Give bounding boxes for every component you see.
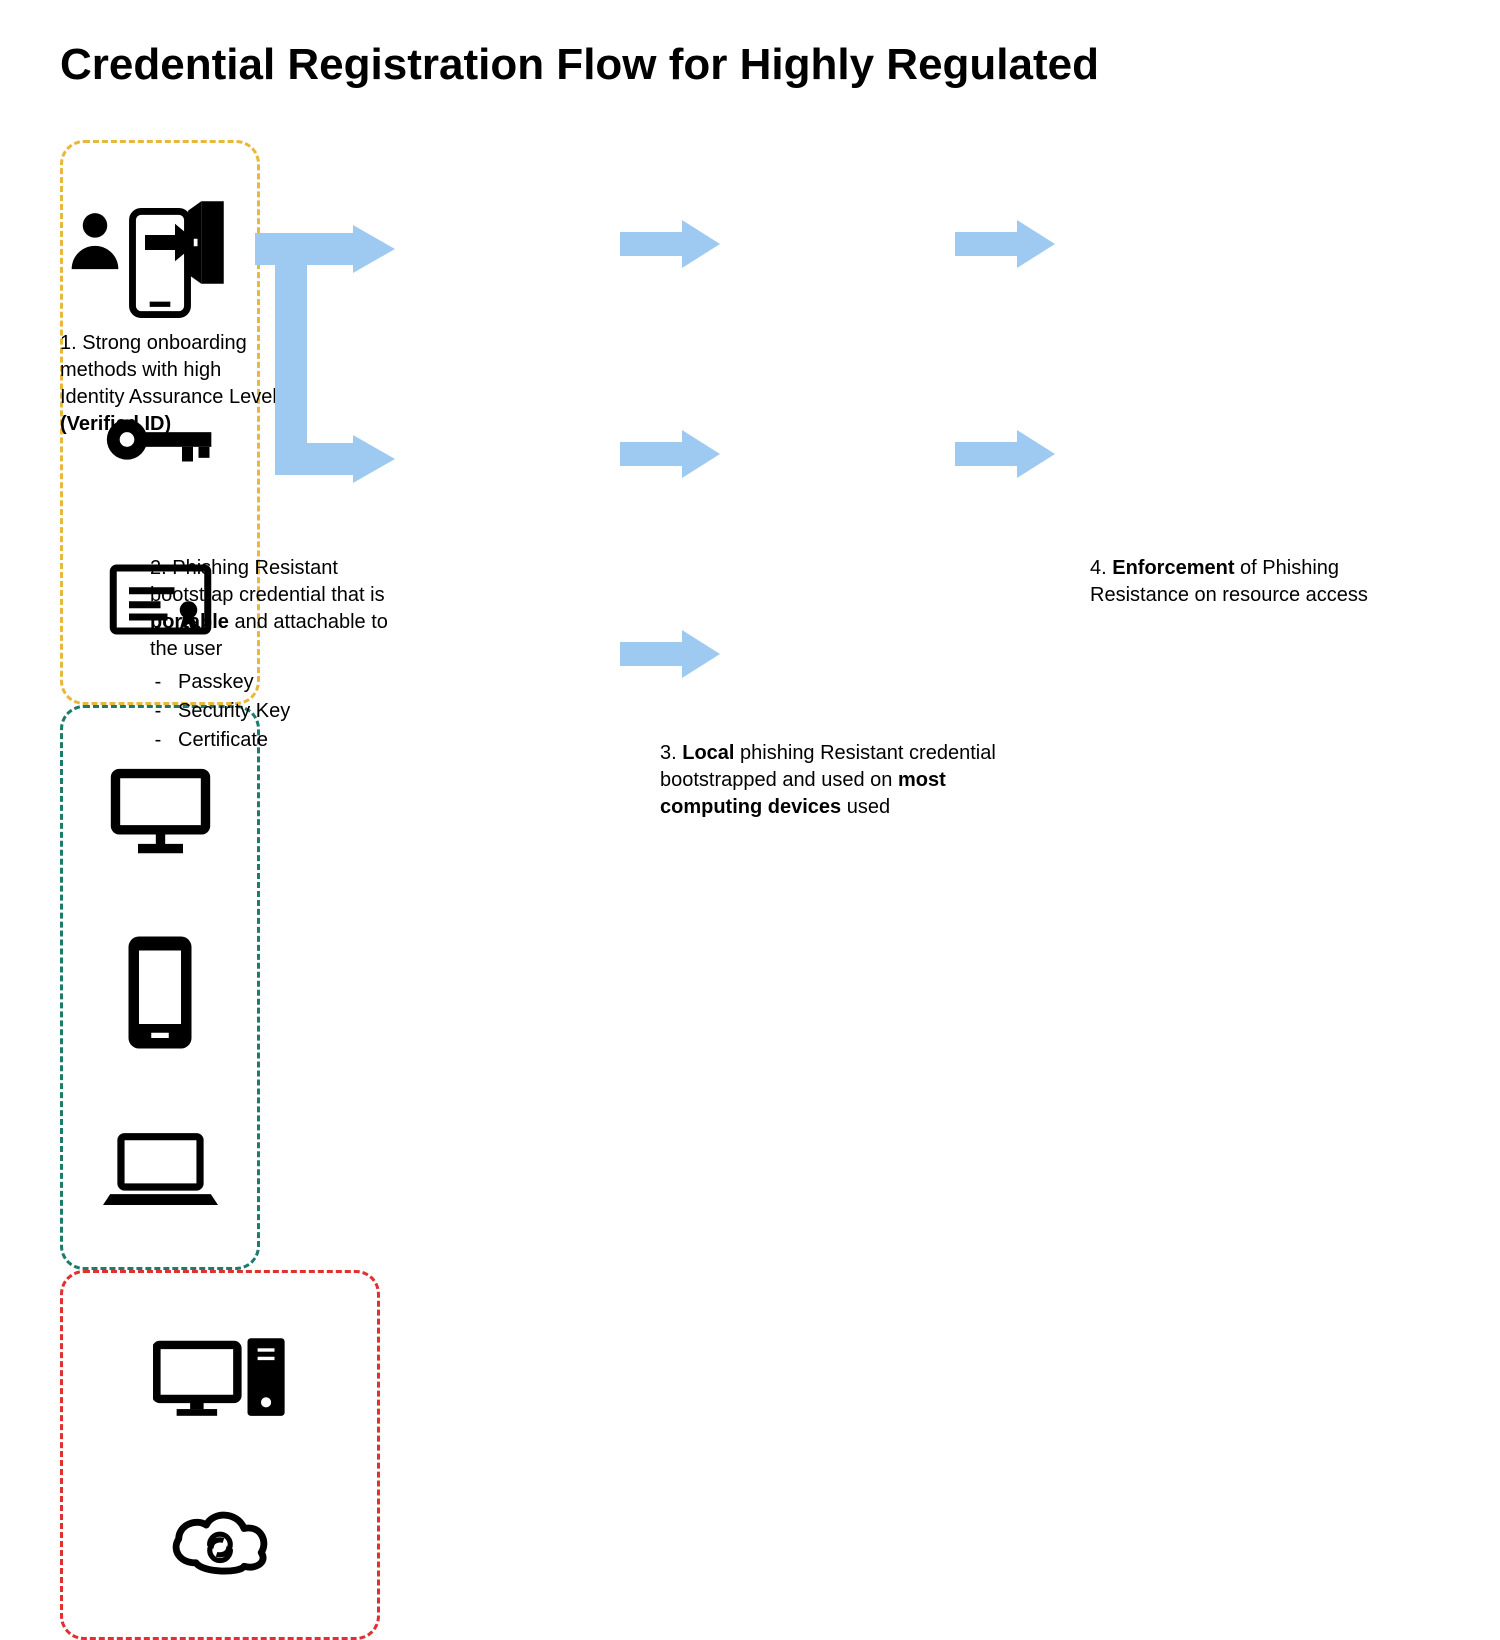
flow-diagram: 1. Strong onboarding methods with high I…	[60, 140, 1440, 840]
phone-filled-icon	[125, 935, 195, 1050]
step2-text1: 2. Phishing Resistant bootstrap credenti…	[150, 557, 385, 606]
bullet-certificate: Certificate	[178, 727, 390, 754]
branch-arrow	[255, 225, 395, 485]
enter-door-icon	[145, 200, 235, 285]
arrow-g2r-1	[955, 220, 1055, 268]
local-devices-box	[60, 705, 260, 1270]
step4-num: 4.	[1090, 557, 1112, 579]
step3-caption: 3. Local phishing Resistant credential b…	[660, 740, 1010, 821]
arrow-y2g-2	[620, 430, 720, 478]
step1-text: 1. Strong onboarding methods with high I…	[60, 332, 277, 408]
bullet-passkey: Passkey	[178, 669, 390, 696]
step4-bold: Enforcement	[1112, 557, 1234, 579]
step1-bold: (Verified ID)	[60, 413, 171, 435]
step3-suffix: used	[841, 796, 890, 818]
step4-caption: 4. Enforcement of Phishing Resistance on…	[1090, 555, 1380, 609]
arrow-y2g-1	[620, 220, 720, 268]
enforcement-box	[60, 1270, 380, 1640]
step3-num: 3.	[660, 742, 682, 764]
step1-caption: 1. Strong onboarding methods with high I…	[60, 330, 280, 438]
laptop-icon	[103, 1129, 218, 1209]
arrow-y2g-3	[620, 630, 720, 678]
cloud-sync-icon	[165, 1503, 275, 1578]
step2-bold: portable	[150, 611, 229, 633]
user-icon	[60, 205, 130, 275]
diagram-title: Credential Registration Flow for Highly …	[60, 40, 1440, 90]
monitor-icon	[108, 766, 213, 856]
arrow-g2r-2	[955, 430, 1055, 478]
step3-bold1: Local	[682, 742, 734, 764]
step2-bullets: Passkey Security Key Certificate	[150, 669, 390, 754]
bullet-securitykey: Security Key	[178, 698, 390, 725]
step2-caption: 2. Phishing Resistant bootstrap credenti…	[150, 555, 390, 756]
desktop-pc-icon	[153, 1332, 288, 1422]
